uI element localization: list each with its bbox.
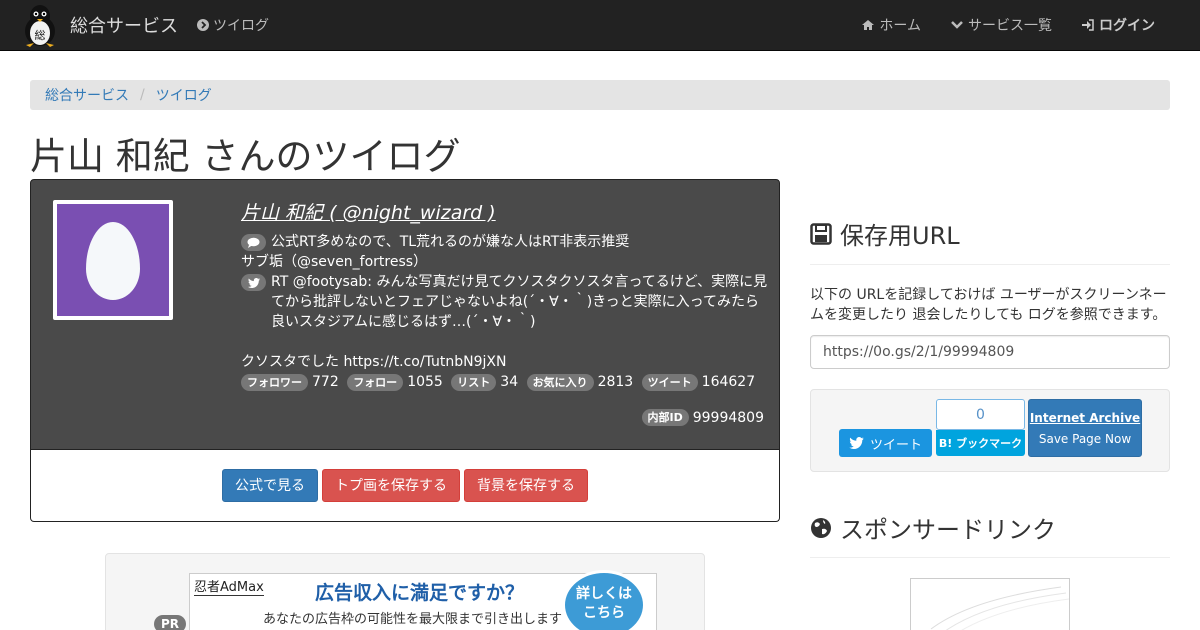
page-title: 片山 和紀 さんのツイログ	[30, 135, 461, 178]
sponsor-heading-text: スポンサードリンク	[840, 516, 1056, 544]
default-egg-avatar	[57, 204, 169, 316]
ad-brand: 忍者AdMax	[194, 576, 264, 596]
tweets-count: 164627	[701, 374, 756, 390]
egg-icon	[86, 222, 140, 300]
share-box: ツイート 0 B! ブックマーク Internet Archive Save P…	[810, 389, 1170, 472]
profile-bio: 公式RT多めなので、TL荒れるのが嫌な人はRT非表示推奨	[241, 232, 769, 252]
nav-home[interactable]: ホーム	[862, 15, 921, 35]
navbar: 総 総合サービス ツイログ ホーム サービス一覧 ログイン	[0, 0, 1200, 51]
breadcrumb-twilog[interactable]: ツイログ	[156, 85, 212, 105]
brand-title: 総合サービス	[70, 16, 178, 37]
profile-card: 片山 和紀 ( @night_wizard ) 公式RT多めなので、TL荒れるの…	[30, 179, 780, 450]
nav-home-label: ホーム	[879, 18, 921, 34]
tweet-button[interactable]: ツイート	[839, 429, 932, 457]
internal-id-label: 内部ID	[641, 409, 689, 426]
lists-label: リスト	[451, 373, 497, 391]
nav-section-twilog[interactable]: ツイログ	[197, 15, 269, 35]
profile-bio-sub: サブ垢（@seven_fortress）	[241, 254, 428, 270]
save-avatar-button[interactable]: トプ画を保存する	[322, 468, 460, 502]
nav-services-label: サービス一覧	[968, 18, 1052, 34]
ad-subtext: あなたの広告枠の可能性を最大限まで引き出します	[263, 612, 563, 627]
tweets-label: ツイート	[641, 373, 698, 391]
view-official-button[interactable]: 公式で見る	[222, 468, 318, 502]
nav-login[interactable]: ログイン	[1082, 15, 1155, 35]
penguin-logo-icon: 総	[20, 3, 60, 47]
divider	[810, 557, 1170, 558]
ad-circle-line2: こちら	[583, 605, 625, 621]
svg-text:総: 総	[35, 28, 46, 42]
save-url-description: 以下の URLを記録しておけば ユーザーがスクリーンネームを変更したり 退会した…	[810, 287, 1167, 323]
save-url-field[interactable]: https://0o.gs/2/1/99994809	[810, 335, 1170, 369]
twitter-bird-icon	[849, 437, 864, 449]
favorites-label: お気に入り	[526, 373, 594, 391]
profile-body: 片山 和紀 ( @night_wizard ) 公式RT多めなので、TL荒れるの…	[241, 200, 769, 392]
following-label: フォロー	[347, 373, 404, 391]
save-background-button[interactable]: 背景を保存する	[464, 468, 588, 502]
favorites-count: 2813	[597, 374, 634, 390]
following-count: 1055	[407, 374, 443, 390]
ad-circle-line1: 詳しくは	[576, 586, 632, 602]
tweet-button-label: ツイート	[869, 437, 922, 453]
profile-name-link[interactable]: 片山 和紀 ( @night_wizard )	[241, 200, 769, 226]
followers-count: 772	[312, 374, 339, 390]
nav-services[interactable]: サービス一覧	[951, 15, 1052, 35]
chevron-down-icon	[951, 21, 963, 29]
globe-icon	[811, 517, 831, 538]
avatar[interactable]	[53, 200, 173, 320]
save-url-heading: 保存用URL	[810, 216, 960, 251]
internet-archive-button[interactable]: Internet Archive Save Page Now	[1028, 399, 1142, 457]
internal-id-value: 99994809	[692, 409, 764, 426]
followers-label: フォロワー	[241, 373, 308, 391]
nav-login-label: ログイン	[1099, 18, 1155, 34]
floppy-disk-icon	[810, 222, 832, 245]
home-icon	[862, 20, 875, 30]
profile-actions: 公式で見る トプ画を保存する 背景を保存する	[30, 449, 780, 522]
ad-container: PR 忍者AdMax 広告収入に満足ですか？ あなたの広告枠の可能性を最大限まで…	[105, 553, 705, 630]
sign-in-icon	[1082, 19, 1094, 31]
latest-tweet: RT @footysab: みんな写真だけ見てクソスタクソスタ言ってるけど、実際…	[241, 272, 769, 332]
profile-bio-text: 公式RT多めなので、TL荒れるのが嫌な人はRT非表示推奨	[271, 234, 630, 250]
breadcrumb-home[interactable]: 総合サービス	[45, 85, 129, 105]
save-url-heading-text: 保存用URL	[840, 222, 960, 250]
profile-stats: フォロワー 772 フォロー 1055 リスト 34 お気に入り 2813 ツイート 16…	[241, 372, 769, 392]
brand-link[interactable]: 総 総合サービス	[20, 2, 178, 48]
ad-banner[interactable]: 忍者AdMax 広告収入に満足ですか？ あなたの広告枠の可能性を最大限まで引き出…	[189, 570, 657, 630]
sponsor-heading: スポンサードリンク	[810, 510, 1056, 545]
lists-count: 34	[500, 374, 519, 390]
ad-details-circle[interactable]: 詳しくは こちら	[562, 570, 646, 630]
nav-right: ホーム サービス一覧 ログイン	[862, 15, 1155, 35]
hatena-bookmark-button[interactable]: B! ブックマーク	[936, 430, 1025, 456]
internal-id: 内部ID 99994809	[641, 409, 764, 426]
internet-archive-title: Internet Archive	[1029, 411, 1141, 425]
pr-badge: PR	[154, 615, 187, 630]
save-page-now-label: Save Page Now	[1038, 432, 1132, 446]
latest-tweet-tail: クソスタでした https://t.co/TutnbN9jXN	[241, 354, 507, 370]
hatena-bookmark-count: 0	[936, 399, 1025, 430]
latest-tweet-text: RT @footysab: みんな写真だけ見てクソスタクソスタ言ってるけど、実際…	[271, 274, 768, 330]
twitter-icon	[241, 274, 266, 291]
nav-section-label: ツイログ	[213, 18, 269, 34]
divider	[810, 264, 1170, 265]
breadcrumb-separator: /	[140, 87, 145, 103]
breadcrumb: 総合サービス / ツイログ	[30, 80, 1170, 110]
sponsor-image[interactable]	[910, 578, 1070, 630]
ad-headline: 広告収入に満足ですか？	[315, 582, 525, 604]
comment-icon	[241, 234, 266, 251]
chevron-circle-right-icon	[197, 19, 209, 31]
